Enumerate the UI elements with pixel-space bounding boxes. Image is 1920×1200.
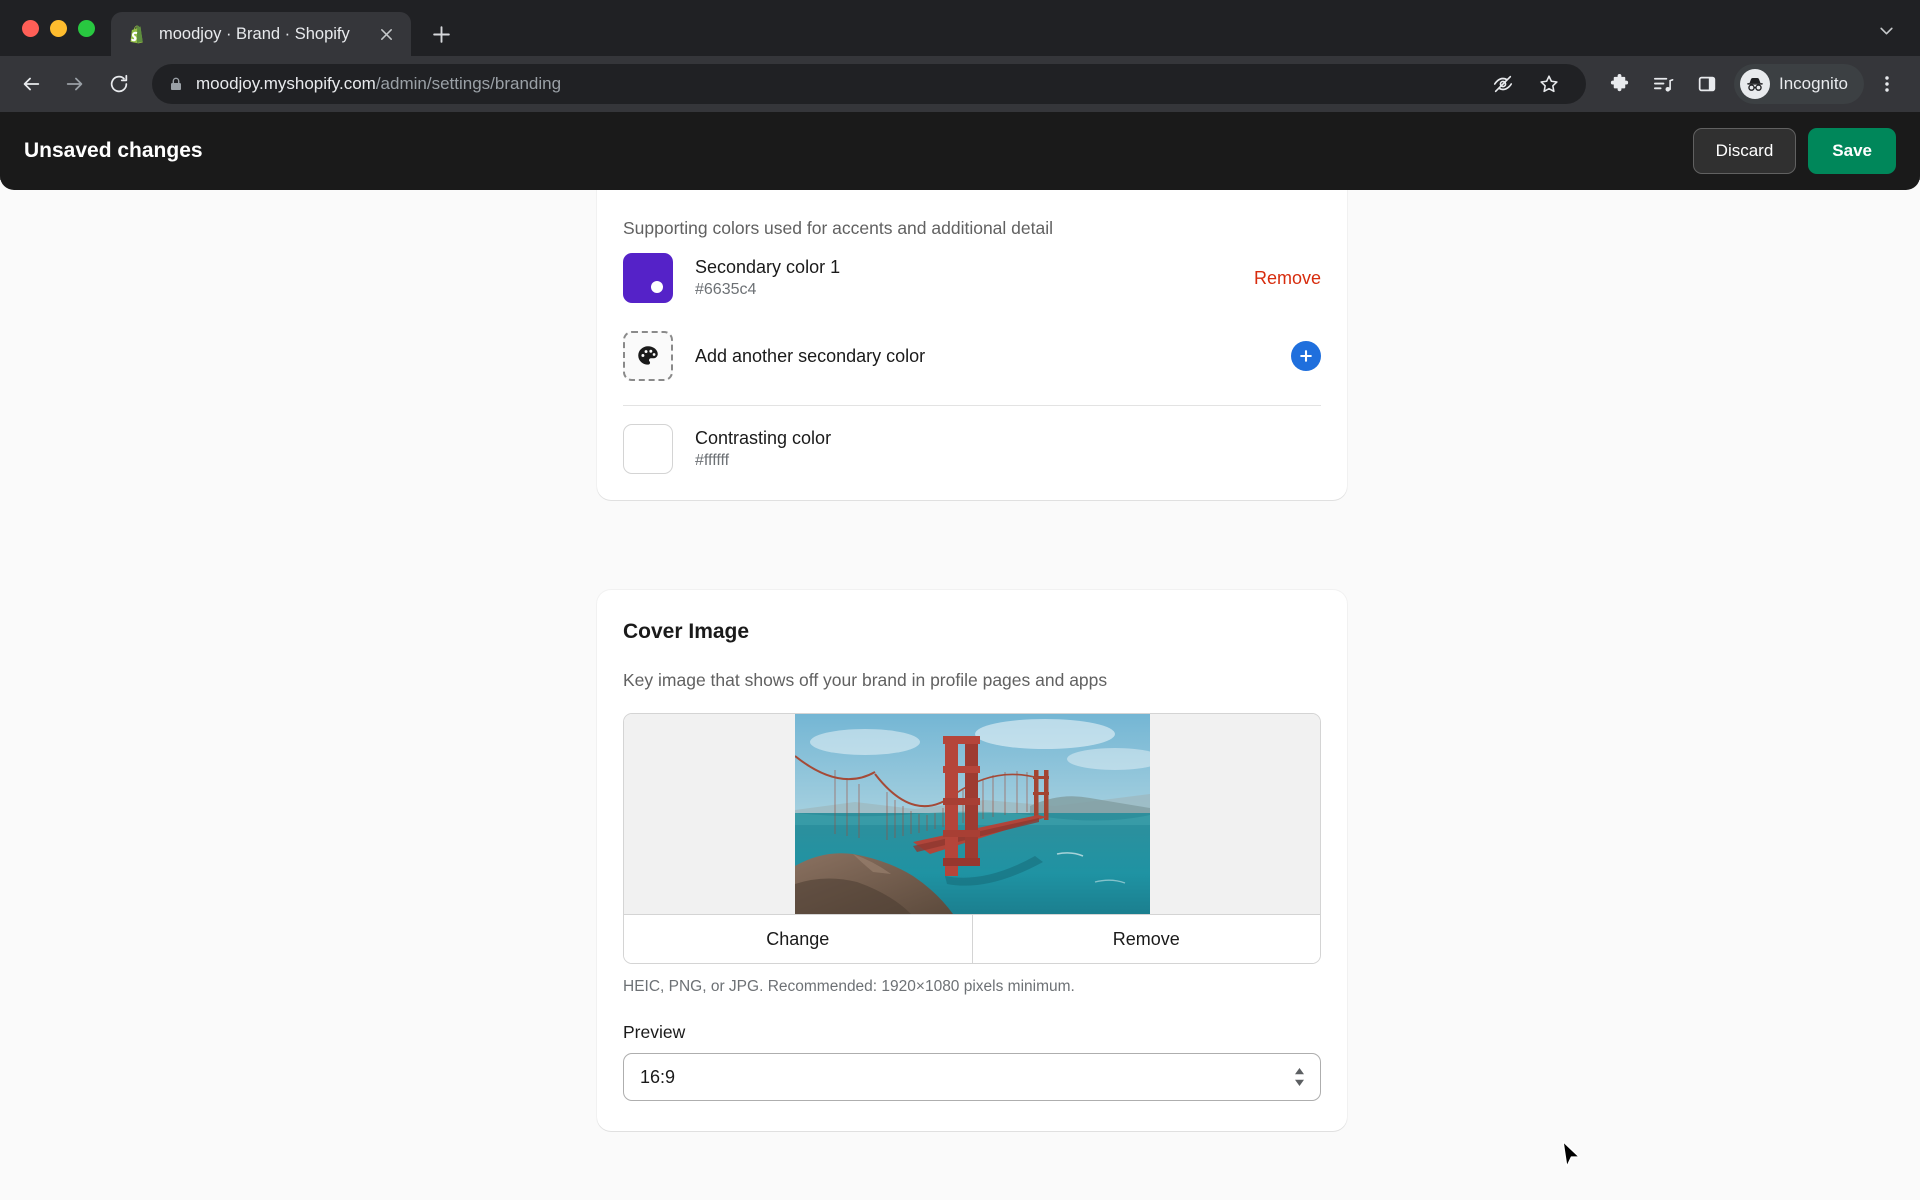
forward-button[interactable] <box>54 63 96 105</box>
discard-button[interactable]: Discard <box>1692 128 1797 174</box>
puzzle-icon <box>1610 73 1628 91</box>
reload-button[interactable] <box>98 63 140 105</box>
url-text: moodjoy.myshopify.com/admin/settings/bra… <box>196 74 561 94</box>
change-cover-image-button[interactable]: Change <box>624 915 972 963</box>
cover-image-card: Cover Image Key image that shows off you… <box>597 590 1347 1131</box>
star-icon <box>1540 75 1558 93</box>
contrasting-color-swatch[interactable] <box>623 424 673 474</box>
lock-icon <box>168 76 184 92</box>
remove-cover-image-button[interactable]: Remove <box>971 915 1320 963</box>
cover-image-actions: Change Remove <box>624 914 1320 963</box>
settings-content: Supporting colors used for accents and a… <box>0 190 1920 1200</box>
side-panel-icon <box>1698 76 1716 92</box>
extensions-button[interactable] <box>1598 63 1640 105</box>
save-button[interactable]: Save <box>1808 128 1896 174</box>
maximize-window-button[interactable] <box>78 19 95 37</box>
browser-menu-button[interactable] <box>1866 63 1908 105</box>
window-controls <box>14 0 111 56</box>
contrasting-color-row: Contrasting color #ffffff <box>597 410 1347 500</box>
add-secondary-color-row: Add another secondary color <box>597 317 1347 395</box>
preview-aspect-ratio-select[interactable]: 16:9 <box>623 1053 1321 1101</box>
minimize-window-button[interactable] <box>50 19 67 37</box>
contrasting-color-name: Contrasting color <box>695 428 832 448</box>
secondary-color-row: Secondary color 1 #6635c4 Remove <box>597 239 1347 317</box>
add-secondary-color-label: Add another secondary color <box>695 345 926 366</box>
add-secondary-color-button[interactable] <box>1291 341 1321 371</box>
secondary-color-swatch[interactable] <box>623 253 673 303</box>
brand-colors-card: Supporting colors used for accents and a… <box>597 190 1347 500</box>
page-viewport: shopify Search RK Ramy Khuffash Supporti… <box>0 112 1920 1200</box>
three-dot-menu-icon <box>1885 76 1889 92</box>
cover-image-help-text: HEIC, PNG, or JPG. Recommended: 1920×108… <box>623 978 1075 995</box>
cover-image-description: Key image that shows off your brand in p… <box>623 670 1108 690</box>
bookmark-button[interactable] <box>1528 63 1570 105</box>
swatch-knob-icon <box>651 281 663 293</box>
forward-arrow-icon <box>66 77 83 91</box>
arrow-cursor <box>1562 1140 1581 1168</box>
unsaved-changes-message: Unsaved changes <box>24 139 203 162</box>
media-control-button[interactable] <box>1642 63 1684 105</box>
back-arrow-icon <box>23 77 40 91</box>
secondary-color-hex: #6635c4 <box>695 281 757 298</box>
side-panel-button[interactable] <box>1686 63 1728 105</box>
shopify-bag-icon <box>130 24 143 43</box>
plus-icon <box>432 25 450 43</box>
unsaved-changes-bar: Unsaved changes Discard Save <box>0 112 1920 190</box>
cover-image-box: Change Remove <box>623 713 1321 964</box>
close-icon <box>380 28 392 40</box>
card-divider <box>623 405 1321 406</box>
palette-icon-box[interactable] <box>623 331 673 381</box>
address-bar[interactable]: moodjoy.myshopify.com/admin/settings/bra… <box>152 64 1586 104</box>
cover-image-title: Cover Image <box>623 620 750 643</box>
url-host: moodjoy.myshopify.com <box>196 74 376 93</box>
cover-image-preview <box>624 714 1320 914</box>
close-window-button[interactable] <box>22 19 39 37</box>
golden-gate-bridge-photo <box>794 714 1150 914</box>
remove-secondary-color-button[interactable]: Remove <box>1254 268 1321 289</box>
contrasting-color-hex: #ffffff <box>695 452 730 469</box>
select-stepper-icon <box>1294 1068 1305 1086</box>
palette-icon <box>638 346 658 365</box>
browser-tab[interactable]: moodjoy · Brand · Shopify <box>111 12 411 56</box>
preview-label: Preview <box>623 1022 686 1042</box>
supporting-colors-subtitle: Supporting colors used for accents and a… <box>623 218 1053 238</box>
secondary-color-name: Secondary color 1 <box>695 257 841 277</box>
close-tab-button[interactable] <box>373 21 399 47</box>
browser-toolbar: moodjoy.myshopify.com/admin/settings/bra… <box>0 56 1920 112</box>
chevron-down-icon <box>1879 27 1893 34</box>
tab-search-button[interactable] <box>1866 10 1906 50</box>
browser-window: moodjoy · Brand · Shopify moodjoy.myshop… <box>0 0 1920 1200</box>
plus-icon <box>1300 350 1312 362</box>
url-path: /admin/settings/branding <box>375 74 562 93</box>
profile-label: Incognito <box>1779 74 1848 93</box>
tab-title: moodjoy · Brand · Shopify <box>159 24 350 43</box>
new-tab-button[interactable] <box>423 16 459 52</box>
back-button[interactable] <box>10 63 52 105</box>
media-playlist-icon <box>1653 77 1673 92</box>
preview-select-wrap: 16:9 <box>623 1053 1321 1101</box>
tab-strip: moodjoy · Brand · Shopify <box>0 0 1920 56</box>
third-party-cookies-button[interactable] <box>1482 63 1524 105</box>
reload-icon <box>110 74 128 93</box>
incognito-profile-button[interactable]: Incognito <box>1734 64 1864 104</box>
eye-slash-icon <box>1493 75 1513 93</box>
incognito-hat-icon <box>1740 69 1770 99</box>
